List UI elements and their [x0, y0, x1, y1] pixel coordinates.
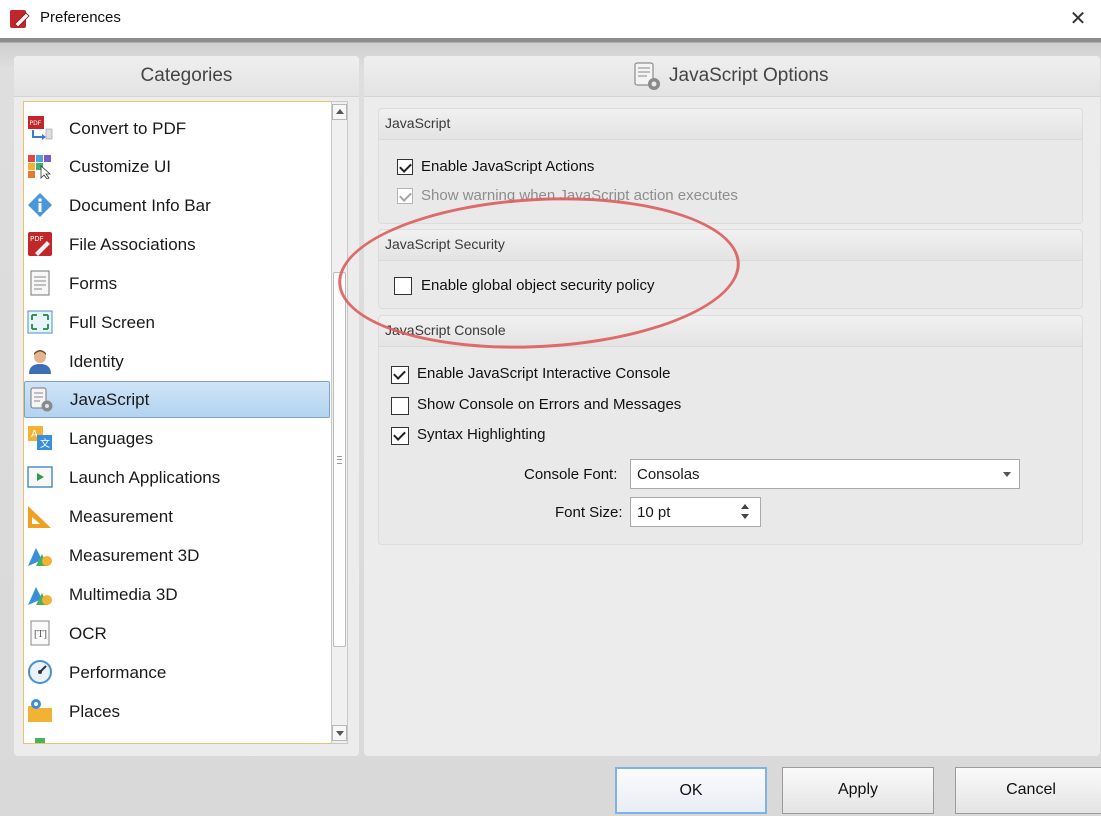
measurement-3d-icon [28, 548, 52, 566]
category-item-performance[interactable]: Performance [24, 654, 330, 691]
options-header: JavaScript Options [364, 56, 1100, 97]
scroll-up-button[interactable] [332, 104, 347, 120]
svg-text:PDF: PDF [30, 235, 44, 243]
category-label: Languages [69, 429, 154, 448]
category-item-measurement-3d[interactable]: Measurement 3D [24, 537, 330, 574]
full-screen-icon [27, 310, 53, 334]
show-warning-checkbox[interactable] [397, 188, 413, 204]
interactive-console-label: Enable JavaScript Interactive Console [417, 365, 671, 382]
category-label: Identity [69, 352, 124, 371]
interactive-console-checkbox[interactable] [391, 366, 409, 384]
file-associations-icon: PDF [28, 232, 52, 256]
category-item-identity[interactable]: Identity [24, 343, 330, 380]
category-item-multimedia-3d[interactable]: Multimedia 3D [24, 576, 330, 613]
categories-list: PDF Convert to PDF Customize UI Document… [23, 101, 332, 744]
category-label: Measurement 3D [69, 546, 200, 565]
category-item-measurement[interactable]: Measurement [24, 498, 330, 535]
scroll-thumb[interactable] [333, 272, 346, 647]
font-size-label: Font Size: [555, 504, 623, 521]
ocr-icon: [T] [30, 620, 50, 646]
console-font-value: Consolas [637, 466, 700, 483]
console-font-select[interactable]: Consolas [630, 459, 1020, 489]
javascript-security-group: JavaScript Security [378, 229, 1083, 309]
enable-javascript-actions-label: Enable JavaScript Actions [421, 158, 595, 175]
window-title: Preferences [40, 9, 121, 26]
category-item-full-screen[interactable]: Full Screen [24, 304, 330, 341]
enable-javascript-actions-checkbox[interactable] [397, 159, 413, 175]
svg-text:[T]: [T] [34, 630, 47, 640]
launch-applications-icon [27, 466, 53, 488]
category-label: File Associations [69, 235, 196, 254]
group-title: JavaScript Security [385, 236, 505, 252]
svg-text:A: A [31, 429, 38, 440]
category-label: Multimedia 3D [69, 585, 178, 604]
chevron-down-icon [1003, 472, 1011, 477]
ok-button[interactable]: OK [615, 767, 767, 814]
javascript-scroll-icon [634, 62, 660, 90]
categories-header: Categories [14, 56, 359, 97]
category-item-languages[interactable]: A 文 Languages [24, 420, 330, 457]
category-label: Performance [69, 663, 167, 682]
syntax-highlighting-checkbox[interactable] [391, 427, 409, 445]
identity-icon [29, 350, 51, 374]
group-title: JavaScript Console [385, 322, 506, 338]
category-item-ocr[interactable]: [T] OCR [24, 615, 330, 652]
convert-to-pdf-icon: PDF [28, 116, 53, 140]
category-item-convert-to-pdf[interactable]: PDF Convert to PDF [24, 110, 330, 147]
performance-icon [28, 660, 52, 684]
global-security-policy-checkbox[interactable] [394, 277, 412, 295]
category-label: Convert to PDF [69, 119, 187, 138]
forms-icon [30, 270, 50, 296]
close-button[interactable]: ✕ [1055, 0, 1101, 38]
svg-text:PDF: PDF [30, 120, 42, 127]
category-item-customize-ui[interactable]: Customize UI [24, 148, 330, 185]
scroll-down-button[interactable] [332, 725, 347, 741]
category-item-file-associations[interactable]: PDF File Associations [24, 226, 330, 263]
title-bar: Preferences ✕ [0, 0, 1101, 38]
languages-icon: A 文 [28, 426, 52, 450]
category-label: Document Info Bar [69, 196, 211, 215]
apply-button[interactable]: Apply [782, 767, 934, 814]
category-label: Customize UI [69, 157, 172, 176]
customize-ui-icon [28, 155, 52, 179]
category-label: Forms [69, 274, 118, 293]
multimedia-3d-icon [28, 587, 52, 605]
font-size-spinner[interactable]: 10 pt [630, 497, 761, 527]
font-size-value: 10 pt [637, 504, 671, 521]
javascript-icon [30, 387, 53, 412]
measurement-icon [28, 506, 51, 528]
category-item-partial[interactable] [24, 732, 330, 743]
category-item-forms[interactable]: Forms [24, 265, 330, 302]
show-warning-label: Show warning when JavaScript action exec… [421, 187, 738, 204]
show-console-checkbox[interactable] [391, 397, 409, 415]
global-security-policy-label: Enable global object security policy [421, 277, 655, 294]
cancel-button[interactable]: Cancel [955, 767, 1101, 814]
category-item-javascript[interactable]: JavaScript [24, 381, 330, 418]
category-item-document-info-bar[interactable]: Document Info Bar [24, 187, 330, 224]
console-font-label: Console Font: [524, 466, 618, 483]
category-label: OCR [69, 624, 107, 643]
show-console-label: Show Console on Errors and Messages [417, 396, 682, 413]
category-item-places[interactable]: Places [24, 693, 330, 730]
category-label: Places [69, 702, 121, 721]
scroll-grip-icon [337, 456, 342, 464]
svg-text:文: 文 [40, 437, 50, 450]
app-logo-icon [10, 10, 30, 28]
plugin-icon [35, 738, 45, 743]
info-icon [28, 193, 52, 217]
categories-title: Categories [140, 65, 233, 86]
places-icon [28, 699, 52, 722]
category-item-launch-applications[interactable]: Launch Applications [24, 459, 330, 496]
syntax-highlighting-label: Syntax Highlighting [417, 426, 546, 443]
categories-scrollbar[interactable] [331, 101, 348, 744]
spinner-arrows-icon[interactable] [741, 504, 751, 522]
category-label: Full Screen [69, 313, 155, 332]
options-title: JavaScript Options [669, 65, 829, 86]
category-label: Measurement [69, 507, 173, 526]
group-title: JavaScript [385, 115, 451, 131]
category-label: JavaScript [70, 390, 150, 409]
category-label: Launch Applications [69, 468, 221, 487]
